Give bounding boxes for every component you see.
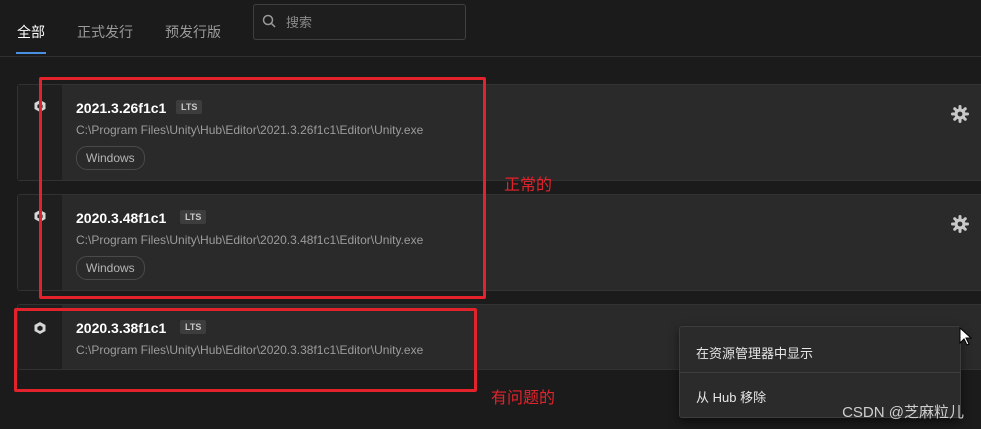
search-icon	[262, 14, 276, 28]
menu-divider	[680, 372, 960, 373]
top-bar: 全部 正式发行 预发行版	[0, 0, 981, 57]
tab-all[interactable]: 全部	[17, 22, 45, 42]
mouse-cursor-icon	[959, 327, 973, 346]
watermark: CSDN @芝麻粒儿	[842, 404, 964, 421]
annotation-box-normal	[39, 77, 486, 299]
gear-icon[interactable]	[951, 105, 969, 123]
annotation-box-problem	[14, 308, 477, 392]
tab-pre-release[interactable]: 预发行版	[165, 22, 221, 42]
annotation-label-problem: 有问题的	[491, 388, 556, 407]
active-tab-indicator	[16, 52, 46, 54]
annotation-label-normal: 正常的	[504, 175, 553, 194]
gear-icon[interactable]	[951, 215, 969, 233]
search-box[interactable]	[253, 4, 466, 40]
menu-item-remove-from-hub[interactable]: 从 Hub 移除	[696, 387, 766, 406]
tab-official-release[interactable]: 正式发行	[77, 22, 133, 42]
search-input[interactable]	[284, 10, 458, 34]
menu-item-show-in-explorer[interactable]: 在资源管理器中显示	[696, 343, 813, 362]
